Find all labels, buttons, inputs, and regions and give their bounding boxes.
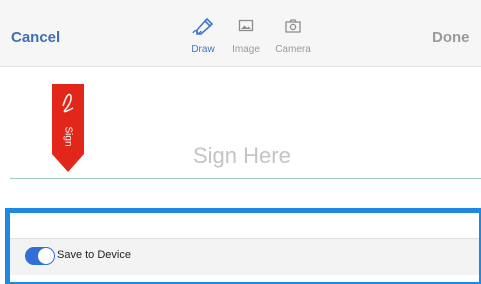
sign-here-placeholder: Sign Here <box>193 143 291 168</box>
done-button[interactable]: Done <box>432 29 470 46</box>
save-to-device-toggle[interactable] <box>25 247 55 265</box>
top-toolbar: Cancel Draw Image Camera Done <box>0 0 481 67</box>
signature-baseline <box>10 178 481 179</box>
tab-image[interactable]: Image <box>221 18 271 55</box>
toggle-knob <box>38 248 54 264</box>
signature-screen: Cancel Draw Image Camera Done Sign Sign … <box>0 0 481 284</box>
tab-camera[interactable]: Camera <box>268 18 318 55</box>
cancel-button[interactable]: Cancel <box>11 29 60 46</box>
ribbon-label: Sign <box>62 126 74 147</box>
image-icon <box>221 18 271 38</box>
tab-image-label: Image <box>232 44 260 55</box>
camera-icon <box>268 18 318 38</box>
tab-camera-label: Camera <box>275 44 311 55</box>
save-to-device-label: Save to Device <box>57 249 131 261</box>
